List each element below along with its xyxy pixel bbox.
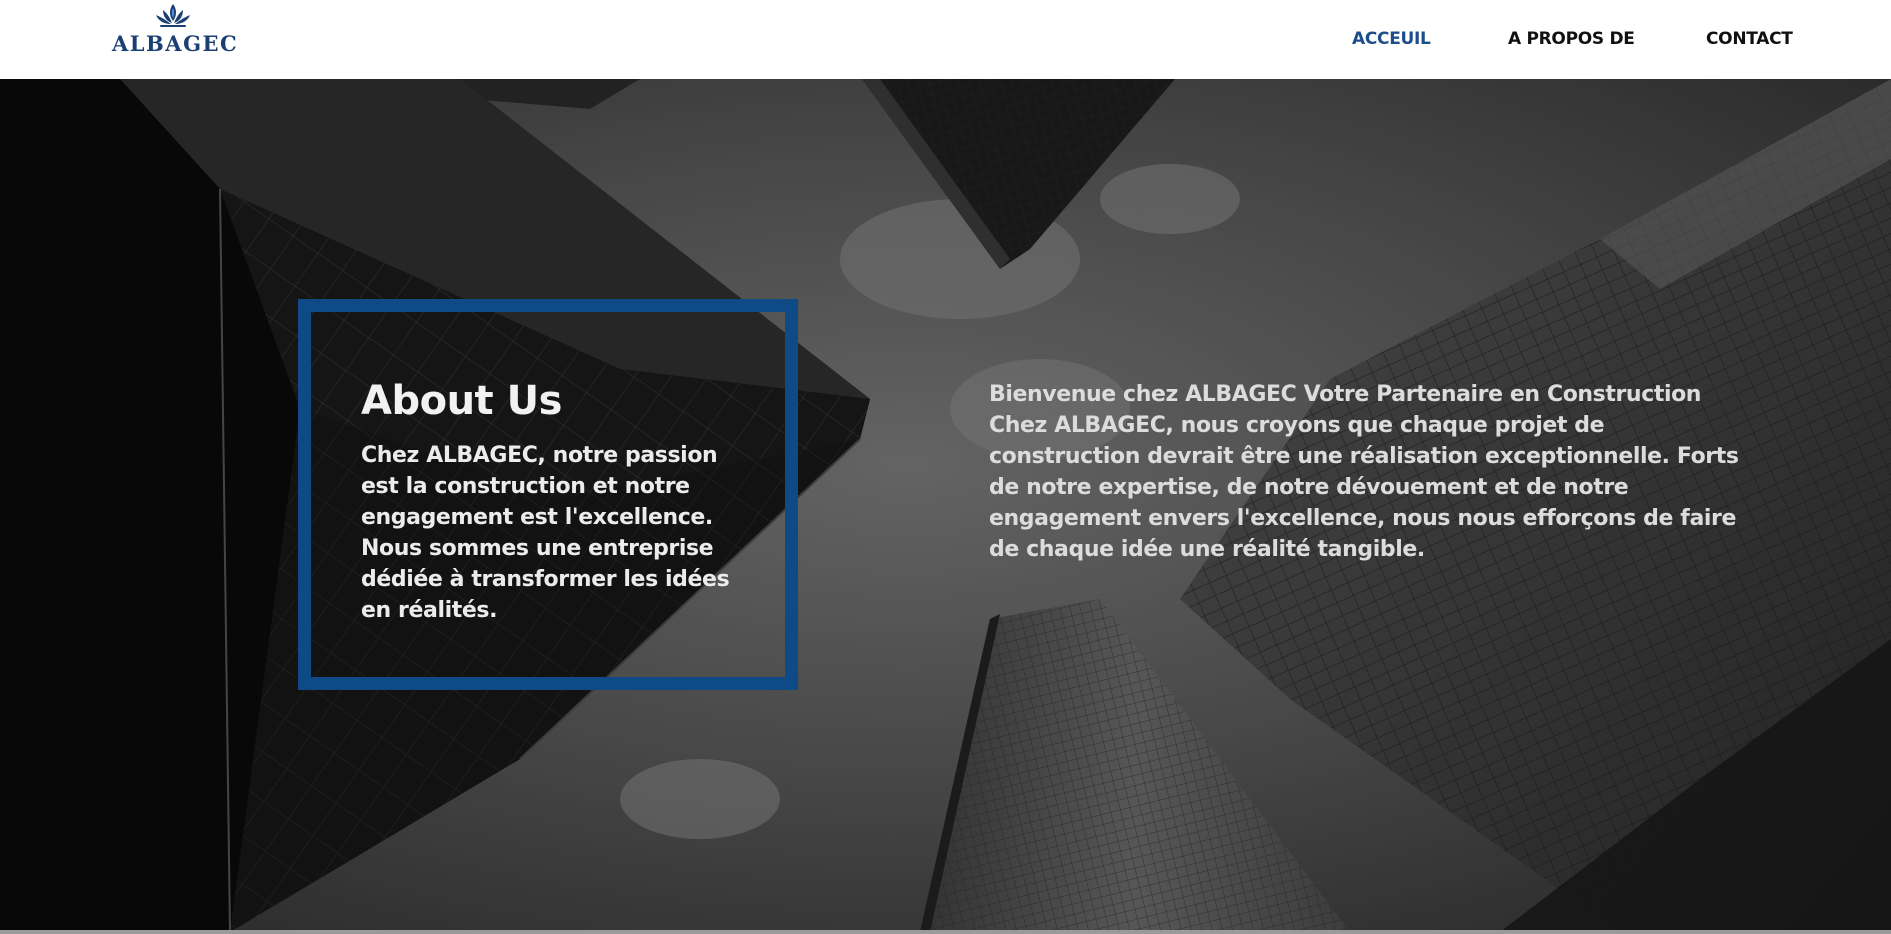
nav-link-contact[interactable]: CONTACT [1706, 28, 1793, 50]
about-title: About Us [361, 378, 562, 424]
brand-logo[interactable]: ALBAGEC [112, 0, 239, 60]
about-description: Chez ALBAGEC, notre passion est la const… [361, 443, 730, 623]
lotus-icon [156, 4, 190, 27]
brand-name: ALBAGEC [112, 31, 239, 56]
site-header: ALBAGEC ACCEUIL A PROPOS DE CONTACT [0, 0, 1891, 79]
nav-link-a-propos[interactable]: A PROPOS DE [1508, 28, 1635, 50]
nav-link-accueil[interactable]: ACCEUIL [1352, 28, 1431, 50]
intro-paragraph: Bienvenue chez ALBAGEC Votre Partenaire … [989, 382, 1739, 562]
page-bottom-edge [0, 930, 1891, 934]
